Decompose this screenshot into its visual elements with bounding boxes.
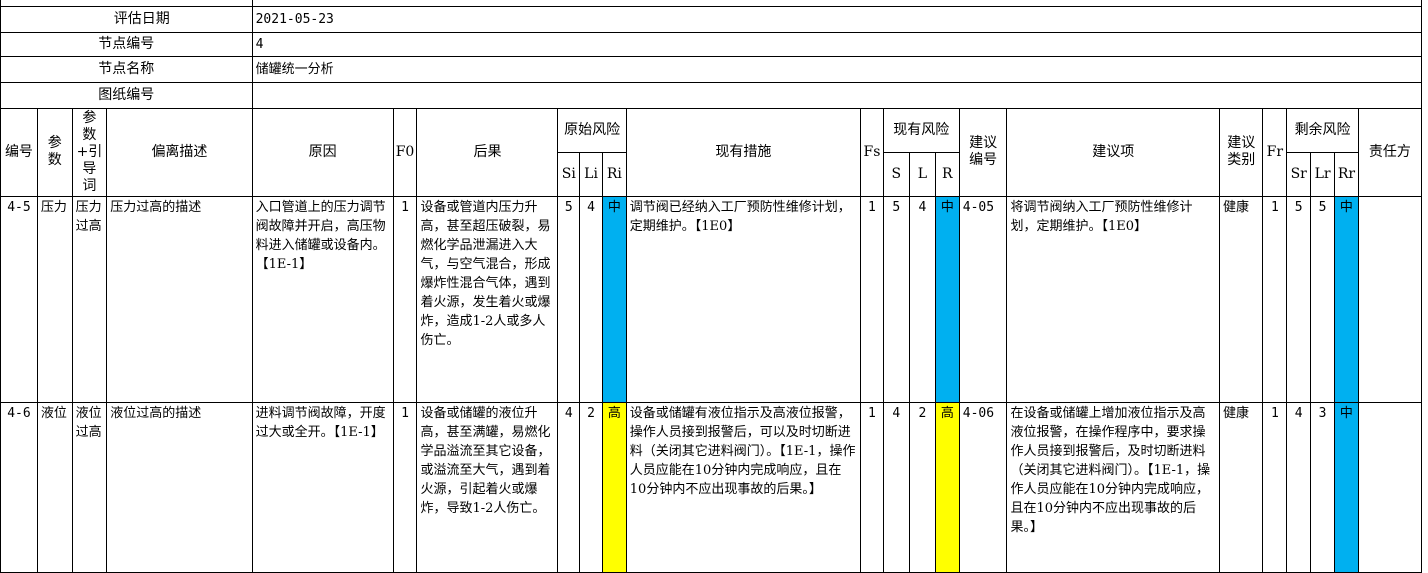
info-row-node-name: 节点名称 储罐统一分析 <box>0 55 1423 83</box>
node-no-value[interactable]: 4 <box>251 31 1423 57</box>
header-measures: 现有措施 <box>625 107 862 197</box>
node-name-label: 节点名称 <box>0 55 253 83</box>
cell-f0[interactable]: 1 <box>392 195 418 403</box>
cell-owner[interactable] <box>1357 195 1423 403</box>
header-deviation: 偏离描述 <box>106 107 253 197</box>
cell-deviation[interactable]: 压力过高的描述 <box>106 195 253 403</box>
cell-l[interactable]: 2 <box>908 401 936 573</box>
header-param: 参数 <box>36 107 73 197</box>
cell-l[interactable]: 4 <box>908 195 936 403</box>
header-consequence: 后果 <box>416 107 559 197</box>
cell-fr[interactable]: 1 <box>1262 401 1288 573</box>
cell-guideword[interactable]: 液位过高 <box>71 401 108 573</box>
header-rem-risk: 剩余风险 <box>1286 107 1359 153</box>
cell-ri[interactable]: 中 <box>601 195 627 403</box>
cell-fs[interactable]: 1 <box>860 401 884 573</box>
cell-r[interactable]: 高 <box>934 401 960 573</box>
header-rec-no: 建议编号 <box>958 107 1008 197</box>
cell-r[interactable]: 中 <box>934 195 960 403</box>
header-orig-risk: 原始风险 <box>557 107 627 153</box>
cell-consequence[interactable]: 设备或管道内压力升高，甚至超压破裂，易燃化学品泄漏进入大气，与空气混合，形成爆炸… <box>416 195 559 403</box>
header-owner: 责任方 <box>1357 107 1423 197</box>
cell-f0[interactable]: 1 <box>392 401 418 573</box>
cell-rec-no[interactable]: 4-05 <box>958 195 1008 403</box>
cell-param[interactable]: 液位 <box>36 401 73 573</box>
info-row-node-no: 节点编号 4 <box>0 31 1423 57</box>
cell-param[interactable]: 压力 <box>36 195 73 403</box>
header-sr: Sr <box>1286 151 1312 197</box>
header-rec-item: 建议项 <box>1006 107 1221 197</box>
header-cause: 原因 <box>251 107 394 197</box>
cell-consequence[interactable]: 设备或储罐的液位升高，甚至满罐，易燃化学品溢流至其它设备，或溢流至大气，遇到着火… <box>416 401 559 573</box>
header-rr: Rr <box>1334 151 1359 197</box>
drawing-no-value[interactable] <box>251 81 1423 109</box>
cell-measures[interactable]: 调节阀已经纳入工厂预防性维修计划，定期维护。【1E0】 <box>625 195 862 403</box>
cell-cause[interactable]: 进料调节阀故障，开度过大或全开。【1E-1】 <box>251 401 394 573</box>
cell-s[interactable]: 4 <box>882 401 910 573</box>
node-name-value[interactable]: 储罐统一分析 <box>251 55 1423 83</box>
cell-si[interactable]: 5 <box>557 195 581 403</box>
cell-fr[interactable]: 1 <box>1262 195 1288 403</box>
cell-id[interactable]: 4-5 <box>0 195 38 403</box>
drawing-no-label: 图纸编号 <box>0 81 253 109</box>
hazop-table: 评估日期 2021-05-23 节点编号 4 节点名称 储罐统一分析 图纸编号 … <box>0 0 1423 573</box>
header-r: R <box>934 151 960 197</box>
cell-rec-no[interactable]: 4-06 <box>958 401 1008 573</box>
cell-cause[interactable]: 入口管道上的压力调节阀故障并开启，高压物料进入储罐或设备内。【1E-1】 <box>251 195 394 403</box>
header-ri: Ri <box>601 151 627 197</box>
cell-guideword[interactable]: 压力过高 <box>71 195 108 403</box>
cell-id[interactable]: 4-6 <box>0 401 38 573</box>
header-s: S <box>882 151 910 197</box>
header-row-1: 编号 参数 参数+引导词 偏离描述 原因 F0 后果 原始风险 现有措施 Fs … <box>0 107 1423 197</box>
header-lr: Lr <box>1310 151 1335 197</box>
header-guideword: 参数+引导词 <box>71 107 108 197</box>
header-rec-type: 建议类别 <box>1219 107 1264 197</box>
cell-lr[interactable]: 5 <box>1310 195 1335 403</box>
table-row: 4-5 压力 压力过高 压力过高的描述 入口管道上的压力调节阀故障并开启，高压物… <box>0 195 1423 403</box>
eval-date-label: 评估日期 <box>0 5 253 33</box>
header-li: Li <box>579 151 603 197</box>
cell-rr[interactable]: 中 <box>1334 401 1359 573</box>
cell-rec-item[interactable]: 将调节阀纳入工厂预防性维修计划，定期维护。【1E0】 <box>1006 195 1221 403</box>
cell-s[interactable]: 5 <box>882 195 910 403</box>
header-si: Si <box>557 151 581 197</box>
header-fs: Fs <box>860 107 884 197</box>
eval-date-value[interactable]: 2021-05-23 <box>251 5 1423 33</box>
cell-rec-item[interactable]: 在设备或储罐上增加液位指示及高液位报警，在操作程序中，要求操作人员接到报警后，及… <box>1006 401 1221 573</box>
info-row-drawing-no: 图纸编号 <box>0 81 1423 109</box>
cell-measures[interactable]: 设备或储罐有液位指示及高液位报警，操作人员接到报警后，可以及时切断进料（关闭其它… <box>625 401 862 573</box>
cell-rr[interactable]: 中 <box>1334 195 1359 403</box>
header-id: 编号 <box>0 107 38 197</box>
table-row: 4-6 液位 液位过高 液位过高的描述 进料调节阀故障，开度过大或全开。【1E-… <box>0 401 1423 573</box>
cell-owner[interactable] <box>1357 401 1423 573</box>
cell-fs[interactable]: 1 <box>860 195 884 403</box>
header-l: L <box>908 151 936 197</box>
cell-lr[interactable]: 3 <box>1310 401 1335 573</box>
header-cur-risk: 现有风险 <box>882 107 960 153</box>
cell-deviation[interactable]: 液位过高的描述 <box>106 401 253 573</box>
cell-ri[interactable]: 高 <box>601 401 627 573</box>
cell-li[interactable]: 4 <box>579 195 603 403</box>
cell-rec-type[interactable]: 健康 <box>1219 195 1264 403</box>
header-f0: F0 <box>392 107 418 197</box>
cell-li[interactable]: 2 <box>579 401 603 573</box>
info-row-eval-date: 评估日期 2021-05-23 <box>0 5 1423 33</box>
cell-sr[interactable]: 4 <box>1286 401 1312 573</box>
cell-rec-type[interactable]: 健康 <box>1219 401 1264 573</box>
node-no-label: 节点编号 <box>0 31 253 57</box>
cell-si[interactable]: 4 <box>557 401 581 573</box>
header-fr: Fr <box>1262 107 1288 197</box>
hazop-worksheet: 评估日期 2021-05-23 节点编号 4 节点名称 储罐统一分析 图纸编号 … <box>0 0 1423 573</box>
cell-sr[interactable]: 5 <box>1286 195 1312 403</box>
